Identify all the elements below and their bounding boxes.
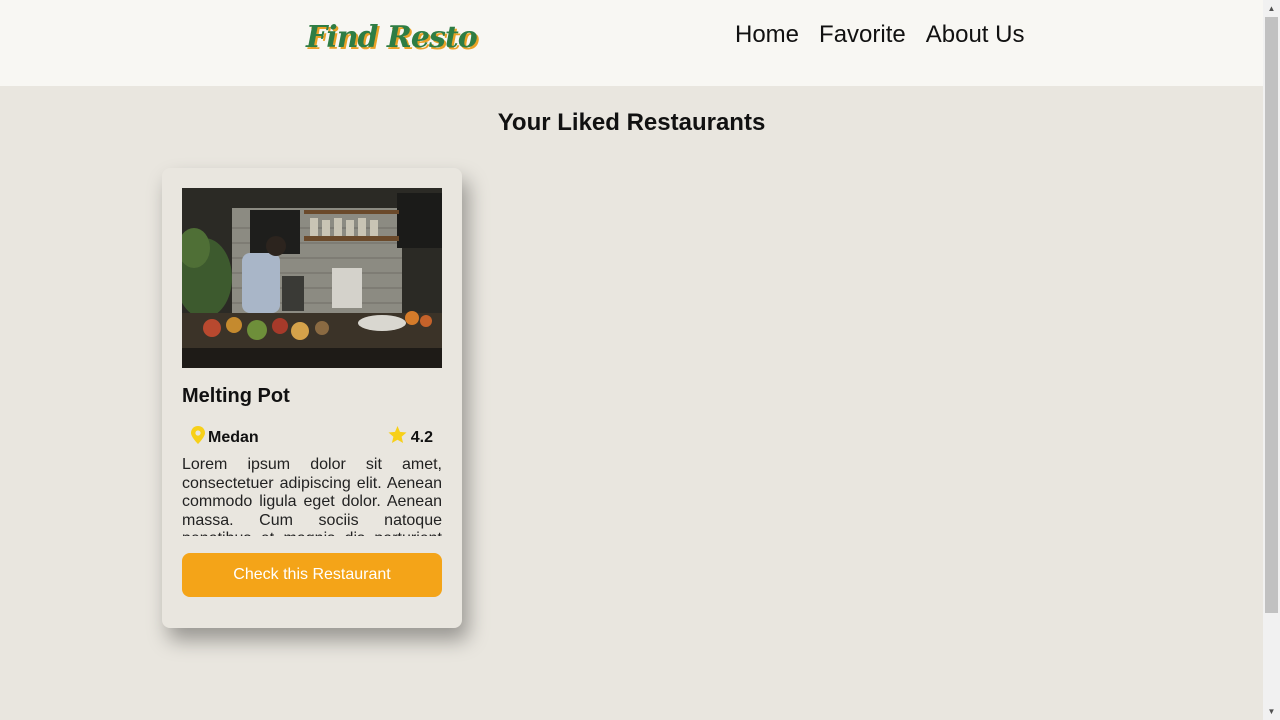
nav-favorite-link[interactable]: Favorite	[819, 20, 906, 50]
page: Find Resto Home Favorite About Us Your L…	[0, 0, 1263, 720]
restaurant-image	[182, 188, 442, 368]
map-pin-icon	[191, 426, 205, 449]
scroll-down-icon[interactable]: ▼	[1263, 703, 1280, 720]
logo[interactable]: Find Resto	[306, 18, 478, 64]
vertical-scrollbar[interactable]: ▲ ▼	[1263, 0, 1280, 720]
page-title: Your Liked Restaurants	[497, 109, 766, 136]
restaurant-card: Melting Pot Medan 4.2 Lorem ipsum dolor …	[162, 168, 462, 628]
restaurant-city: Medan	[208, 428, 259, 446]
nav-about-link[interactable]: About Us	[926, 20, 1025, 50]
restaurant-rating: 4.2	[388, 426, 433, 449]
main-nav: Home Favorite About Us	[735, 20, 1044, 50]
rating-value: 4.2	[410, 428, 433, 446]
restaurant-location: Medan	[191, 426, 259, 449]
scrollbar-thumb[interactable]	[1265, 17, 1278, 613]
scroll-up-icon[interactable]: ▲	[1263, 0, 1280, 17]
restaurant-name: Melting Pot	[182, 385, 290, 407]
restaurant-description: Lorem ipsum dolor sit amet, consectetuer…	[182, 456, 442, 536]
nav-home-link[interactable]: Home	[735, 20, 799, 50]
site-header: Find Resto Home Favorite About Us	[0, 0, 1263, 86]
check-restaurant-button[interactable]: Check this Restaurant	[182, 553, 442, 597]
restaurant-meta: Medan 4.2	[182, 426, 442, 446]
star-icon	[388, 426, 407, 449]
logo-text: Find Resto	[306, 20, 478, 55]
